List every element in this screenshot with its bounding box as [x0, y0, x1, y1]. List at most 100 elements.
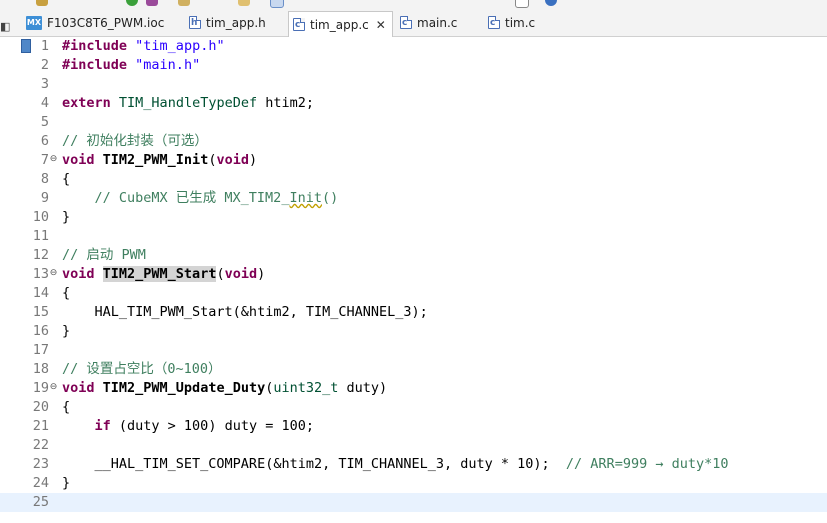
code-token: // 设置占空比（0~100）	[62, 361, 222, 377]
code-token: "tim_app.h"	[135, 38, 225, 54]
code-text: // 初始化封装（可选）	[62, 132, 208, 151]
code-text: HAL_TIM_PWM_Start(&htim2, TIM_CHANNEL_3)…	[62, 303, 428, 322]
toolbar-highlight-icon[interactable]	[270, 0, 284, 8]
line-number: 6	[40, 133, 49, 149]
code-line[interactable]: 21 if (duty > 100) duty = 100;	[0, 417, 827, 436]
code-line[interactable]: 3	[0, 75, 827, 94]
code-token: }	[62, 323, 71, 339]
code-text: // 设置占空比（0~100）	[62, 360, 222, 379]
code-line[interactable]: 20 {	[0, 398, 827, 417]
fold-toggle-icon[interactable]: ⊖	[49, 155, 58, 164]
code-token: __HAL_TIM_SET_COMPARE(&htim2, TIM_CHANNE…	[62, 456, 566, 472]
code-line[interactable]: 15 HAL_TIM_PWM_Start(&htim2, TIM_CHANNEL…	[0, 303, 827, 322]
line-number: 18	[32, 361, 49, 377]
toolbar-build-icon[interactable]	[178, 0, 190, 6]
code-text: void TIM2_PWM_Start(void)	[62, 265, 265, 284]
code-token: void	[62, 380, 95, 396]
code-token: TIM2_PWM_Init	[102, 152, 209, 168]
code-line[interactable]: 24}	[0, 474, 827, 493]
line-number: 3	[40, 76, 49, 92]
toolbar-help-icon[interactable]	[545, 0, 557, 6]
tab-label: F103C8T6_PWM.ioc	[47, 15, 165, 30]
toolbar-strip	[0, 0, 827, 8]
tab-f103c8t6-pwm-ioc[interactable]: MX F103C8T6_PWM.ioc	[22, 10, 172, 35]
tab-main-c[interactable]: c main.c	[396, 10, 476, 35]
toolbar-run-icon[interactable]	[126, 0, 138, 6]
tab-tim-c[interactable]: c tim.c	[484, 10, 544, 35]
code-line[interactable]: 5	[0, 113, 827, 132]
line-number: 1	[40, 38, 49, 54]
line-number: 19	[32, 380, 49, 396]
code-editor[interactable]: 1 #include "tim_app.h" 2 #include "main.h" 3…	[0, 37, 827, 523]
code-token: #include	[62, 57, 128, 73]
code-token: #include	[62, 38, 128, 54]
mx-icon: MX	[26, 15, 42, 30]
tab-tim-app-c[interactable]: c tim_app.c ✕	[288, 11, 393, 37]
toolbar-folder-icon[interactable]	[238, 0, 250, 6]
c-file-icon: c	[293, 18, 305, 31]
code-token: HAL_TIM_PWM_Start(&htim2, TIM_CHANNEL_3)…	[62, 304, 428, 320]
code-token: {	[62, 171, 71, 187]
code-token: (	[216, 266, 225, 282]
editor-tab-bar: ◧ MX F103C8T6_PWM.ioc h tim_app.h c tim_app.c…	[0, 8, 827, 37]
line-number: 20	[32, 399, 49, 415]
line-number: 23	[32, 456, 49, 472]
code-line[interactable]: 1 #include "tim_app.h"	[0, 37, 827, 56]
code-token: TIM2_PWM_Start	[102, 266, 217, 282]
line-number: 17	[32, 342, 49, 358]
code-token: )	[257, 266, 266, 282]
code-line[interactable]: 10}	[0, 208, 827, 227]
toolbar-gear-icon[interactable]	[36, 0, 48, 6]
code-line[interactable]: 13 ⊖ void TIM2_PWM_Start(void)	[0, 265, 827, 284]
tab-close-icon[interactable]: ✕	[376, 18, 386, 32]
file-type-letter: c	[295, 20, 301, 30]
tab-label: tim_app.c	[310, 17, 369, 32]
code-token: {	[62, 399, 71, 415]
file-type-letter: c	[490, 18, 496, 28]
line-number: 4	[40, 95, 49, 111]
line-number: 15	[32, 304, 49, 320]
code-token: TIM_HandleTypeDef	[118, 95, 258, 111]
code-line[interactable]: 4 extern TIM_HandleTypeDef htim2;	[0, 94, 827, 113]
code-line[interactable]: 25	[0, 493, 827, 512]
code-text: }	[62, 208, 70, 227]
code-token: ()	[321, 190, 339, 206]
fold-toggle-icon[interactable]: ⊖	[49, 383, 58, 392]
toolbar-search-icon[interactable]	[515, 0, 529, 8]
line-number: 7	[40, 152, 49, 168]
code-token: // ARR=999 → duty*10	[565, 456, 729, 472]
line-number: 24	[32, 475, 49, 491]
code-line[interactable]: 11	[0, 227, 827, 246]
left-panel-edge: ◧	[0, 20, 11, 33]
code-line[interactable]: 6 // 初始化封装（可选）	[0, 132, 827, 151]
code-line[interactable]: 2 #include "main.h"	[0, 56, 827, 75]
code-line[interactable]: 18 // 设置占空比（0~100）	[0, 360, 827, 379]
fold-toggle-icon[interactable]: ⊖	[49, 269, 58, 278]
code-line[interactable]: 7 ⊖ void TIM2_PWM_Init(void)	[0, 151, 827, 170]
code-line[interactable]: 22	[0, 436, 827, 455]
code-token: // 初始化封装（可选）	[62, 133, 208, 149]
tab-label: tim_app.h	[206, 15, 266, 30]
toolbar-debug-icon[interactable]	[146, 0, 158, 6]
c-file-icon: c	[400, 16, 412, 29]
code-token: TIM2_PWM_Update_Duty	[102, 380, 266, 396]
code-line[interactable]: 14 {	[0, 284, 827, 303]
tab-tim-app-h[interactable]: h tim_app.h	[185, 10, 277, 35]
code-line[interactable]: 23 __HAL_TIM_SET_COMPARE(&htim2, TIM_CHA…	[0, 455, 827, 474]
code-line[interactable]: 17	[0, 341, 827, 360]
code-line[interactable]: 16}	[0, 322, 827, 341]
line-number: 8	[40, 171, 49, 187]
code-line[interactable]: 19 ⊖ void TIM2_PWM_Update_Duty(uint32_t du…	[0, 379, 827, 398]
code-text: }	[62, 322, 70, 341]
code-line[interactable]: 8{	[0, 170, 827, 189]
line-number: 14	[32, 285, 49, 301]
code-line[interactable]: 12 // 启动 PWM	[0, 246, 827, 265]
code-token: extern	[62, 95, 111, 111]
code-line[interactable]: 9 // CubeMX 已生成 MX_TIM2_Init()	[0, 189, 827, 208]
code-text: __HAL_TIM_SET_COMPARE(&htim2, TIM_CHANNE…	[62, 455, 729, 474]
code-token: )	[248, 152, 258, 168]
